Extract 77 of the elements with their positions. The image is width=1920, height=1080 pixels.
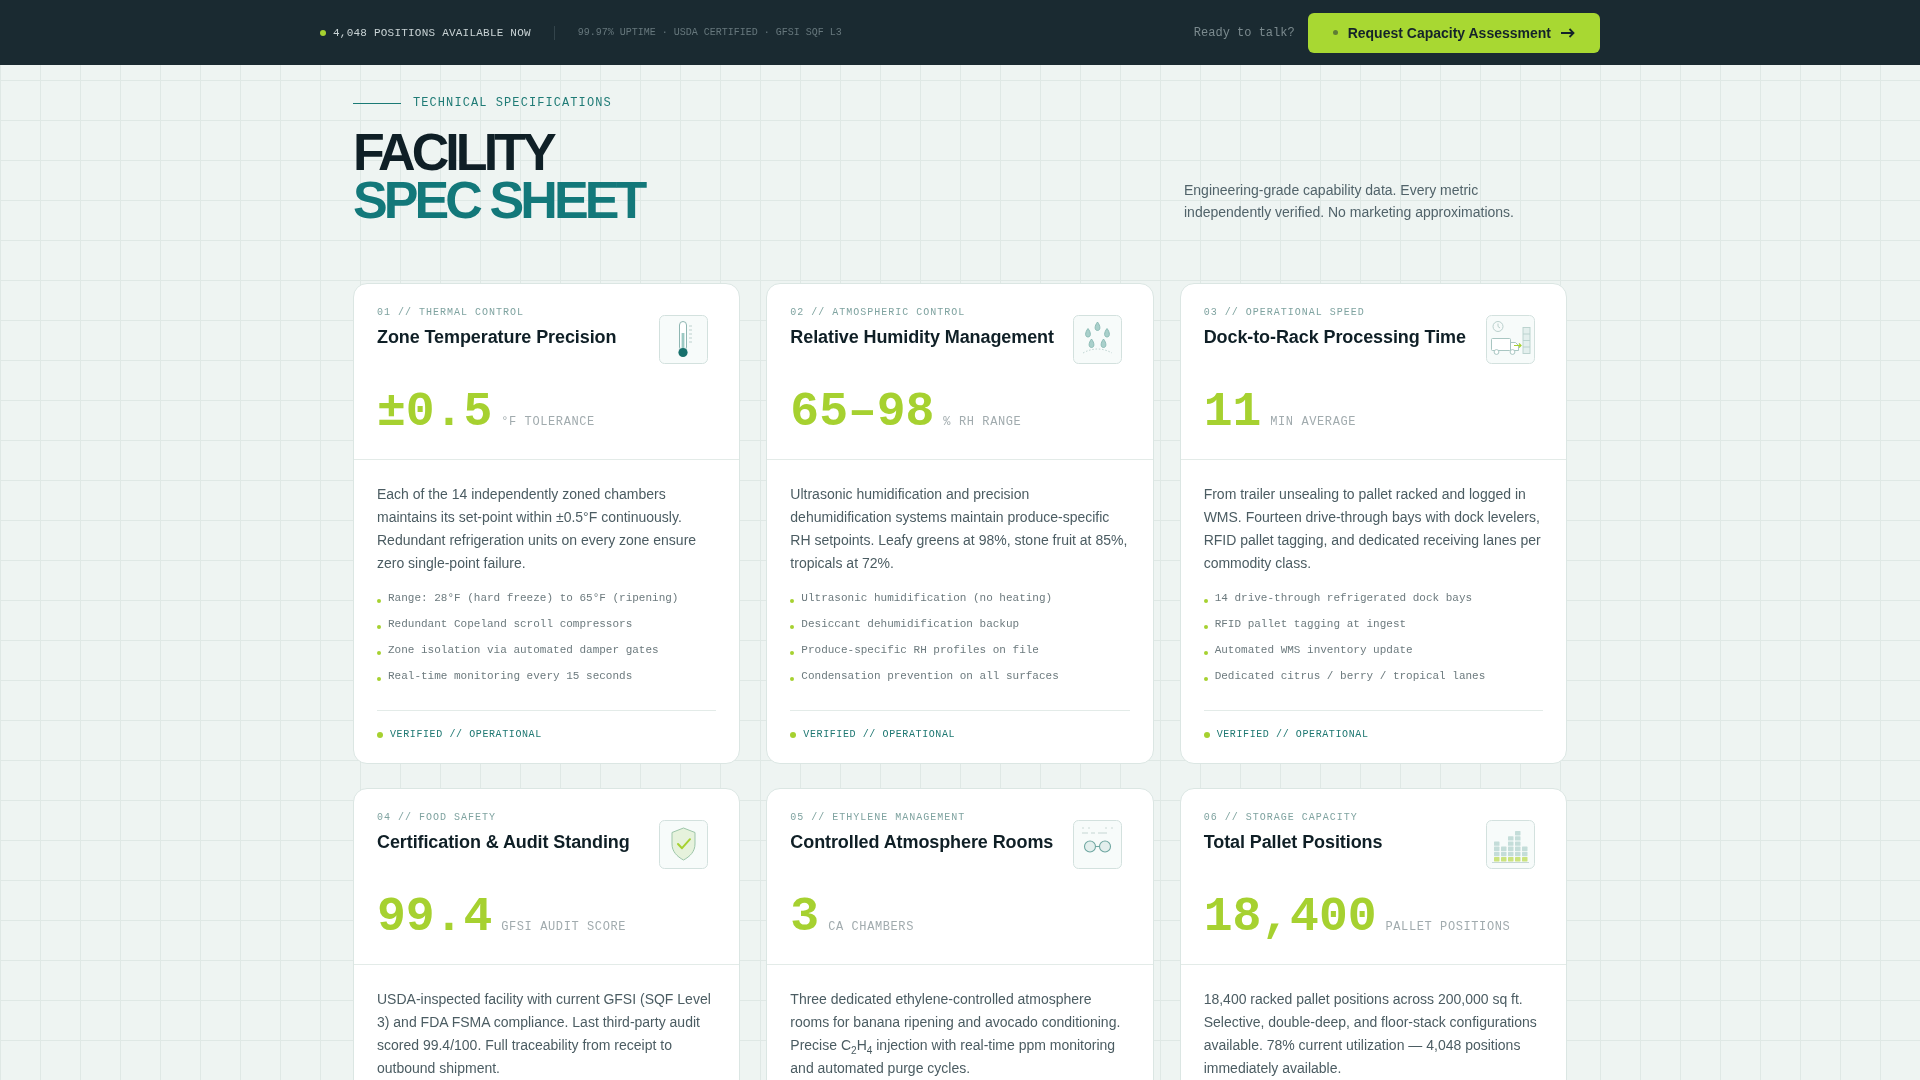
card-title: Controlled Atmosphere Rooms: [790, 831, 1054, 854]
page-title-line: SPEC SHEET: [353, 176, 644, 224]
bullet-text: Redundant Copeland scroll compressors: [388, 617, 633, 632]
status-dot-icon: [790, 731, 797, 738]
bullet-dot-icon: [377, 598, 381, 603]
credentials-text: 99.97% UPTIME · USDA CERTIFIED · GFSI SQF L3: [577, 27, 842, 38]
bullet-dot-icon: [790, 598, 795, 603]
category-label: 03 // OPERATIONAL SPEED: [1203, 306, 1366, 319]
arrow-right-icon: [1561, 27, 1575, 38]
request-assessment-button[interactable]: Request Capacity Assessment: [1307, 12, 1600, 53]
card-title: Zone Temperature Precision: [377, 326, 617, 349]
metric-unit: CA CHAMBERS: [828, 920, 914, 934]
stacked-blocks-icon: [1486, 820, 1535, 869]
status-dot-icon: [377, 731, 383, 738]
bullet-dot-icon: [790, 676, 795, 681]
description-text: Each of the 14 independently zoned chambers maintains its set-point within ±0.5°F continuously. Redundant refrigeration units on every zone ensure zero single-point failure.: [377, 485, 698, 573]
bullet-dot-icon: [1203, 676, 1208, 681]
status-text: VERIFIED // OPERATIONAL: [1216, 728, 1369, 741]
bullet-text: 14 drive-through refrigerated dock bays: [1214, 591, 1473, 606]
bullet-text: Dedicated citrus / berry / tropical lanes: [1214, 669, 1486, 684]
metric-value: ±0.5: [377, 388, 493, 436]
intro-text: Engineering-grade capability data. Every metric independently verified. No marketing approximations.: [1184, 181, 1515, 222]
shield-check-icon: [659, 820, 709, 869]
bullet-dot-icon: [377, 676, 381, 681]
card-title: Certification & Audit Standing: [377, 831, 630, 854]
bullet-dot-icon: [790, 624, 795, 629]
bullet-text: Desiccant dehumidification backup: [801, 617, 1020, 632]
bullet-dot-icon: [377, 624, 381, 629]
prompt-text: Ready to talk?: [1193, 25, 1295, 40]
metric-value: 11: [1203, 388, 1262, 436]
bullet-dot-icon: [1203, 624, 1208, 629]
card-title: Total Pallet Positions: [1203, 831, 1383, 854]
bullet-dot-icon: [1203, 598, 1208, 603]
bullet-dot-icon: [1203, 650, 1208, 655]
water-drops-icon: [1072, 315, 1122, 364]
metric-value: 3: [790, 893, 820, 941]
bullet-dot-icon: [790, 650, 795, 655]
category-label: 02 // ATMOSPHERIC CONTROL: [790, 306, 967, 319]
status-dot-icon: [320, 29, 326, 36]
metric-value: 99.4: [377, 893, 493, 941]
metric-unit: PALLET POSITIONS: [1385, 920, 1511, 934]
description-text: Ultrasonic humidification and precision dehumidification systems maintain produce-specific RH setpoints. Leafy greens at 98%, stone fruit at 85%, tropicals at 72%.: [790, 485, 1129, 573]
category-label: 01 // THERMAL CONTROL: [377, 306, 526, 319]
bullet-dot-icon: [377, 650, 381, 655]
linked-circles-icon: [1072, 820, 1122, 869]
description-text: From trailer unsealing to pallet racked and logged in WMS. Fourteen drive-through bays with dock levelers, RFID pallet tagging, and dedicated receiving lanes per commodity class.: [1203, 485, 1542, 573]
metric-unit: MIN AVERAGE: [1270, 415, 1357, 429]
bullet-text: Ultrasonic humidification (no heating): [801, 591, 1053, 606]
dot-icon: [1332, 30, 1338, 35]
description-text: 18,400 racked pallet positions across 200,000 sq ft. Selective, double-deep, and floor-stack configurations available. 78% current utilization — 4,048 positions immediately available.: [1203, 990, 1538, 1078]
category-label: 05 // ETHYLENE MANAGEMENT: [790, 811, 967, 824]
metric-unit: % RH RANGE: [943, 415, 1022, 429]
bullet-text: Automated WMS inventory update: [1214, 643, 1413, 658]
truck-icon: [1486, 315, 1535, 364]
card-title: Dock-to-Rack Processing Time: [1203, 326, 1466, 349]
metric-value: 18,400: [1203, 893, 1377, 941]
bullet-text: Real-time monitoring every 15 seconds: [388, 669, 633, 684]
category-label: 06 // STORAGE CAPACITY: [1203, 811, 1359, 824]
eyebrow-text: TECHNICAL SPECIFICATIONS: [413, 95, 612, 111]
thermometer-icon: [659, 315, 709, 364]
metric-value: 65–98: [790, 388, 935, 436]
bullet-text: RFID pallet tagging at ingest: [1214, 617, 1407, 632]
description-text: USDA-inspected facility with current GFSI (SQF Level 3) and FDA FSMA compliance. Last third-party audit scored 99.4/100. Full traceability from receipt to outbound shipment.: [377, 990, 712, 1078]
status-dot-icon: [1203, 731, 1210, 738]
bullet-text: Produce-specific RH profiles on file: [801, 643, 1039, 658]
bullet-text: Zone isolation via automated damper gates: [388, 643, 659, 658]
card-title: Relative Humidity Management: [790, 326, 1054, 349]
status-text: VERIFIED // OPERATIONAL: [390, 728, 542, 741]
metric-unit: GFSI AUDIT SCORE: [501, 920, 627, 934]
bullet-text: Condensation prevention on all surfaces: [801, 669, 1059, 684]
status-text: VERIFIED // OPERATIONAL: [803, 728, 956, 741]
page-title-line: FACILITY: [353, 128, 555, 176]
metric-unit: °F TOLERANCE: [501, 415, 595, 429]
availability-text: 4,048 POSITIONS AVAILABLE NOW: [333, 26, 531, 39]
category-label: 04 // FOOD SAFETY: [377, 811, 498, 824]
description-text: Three dedicated ethylene-controlled atmosphere rooms for banana ripening and avocado conditioning. Precise C$_{2}$H$_{4}$ injection with real-time ppm monitoring and automated purge cycles.: [790, 990, 1122, 1078]
bullet-text: Range: 28°F (hard freeze) to 65°F (ripening): [388, 591, 679, 606]
